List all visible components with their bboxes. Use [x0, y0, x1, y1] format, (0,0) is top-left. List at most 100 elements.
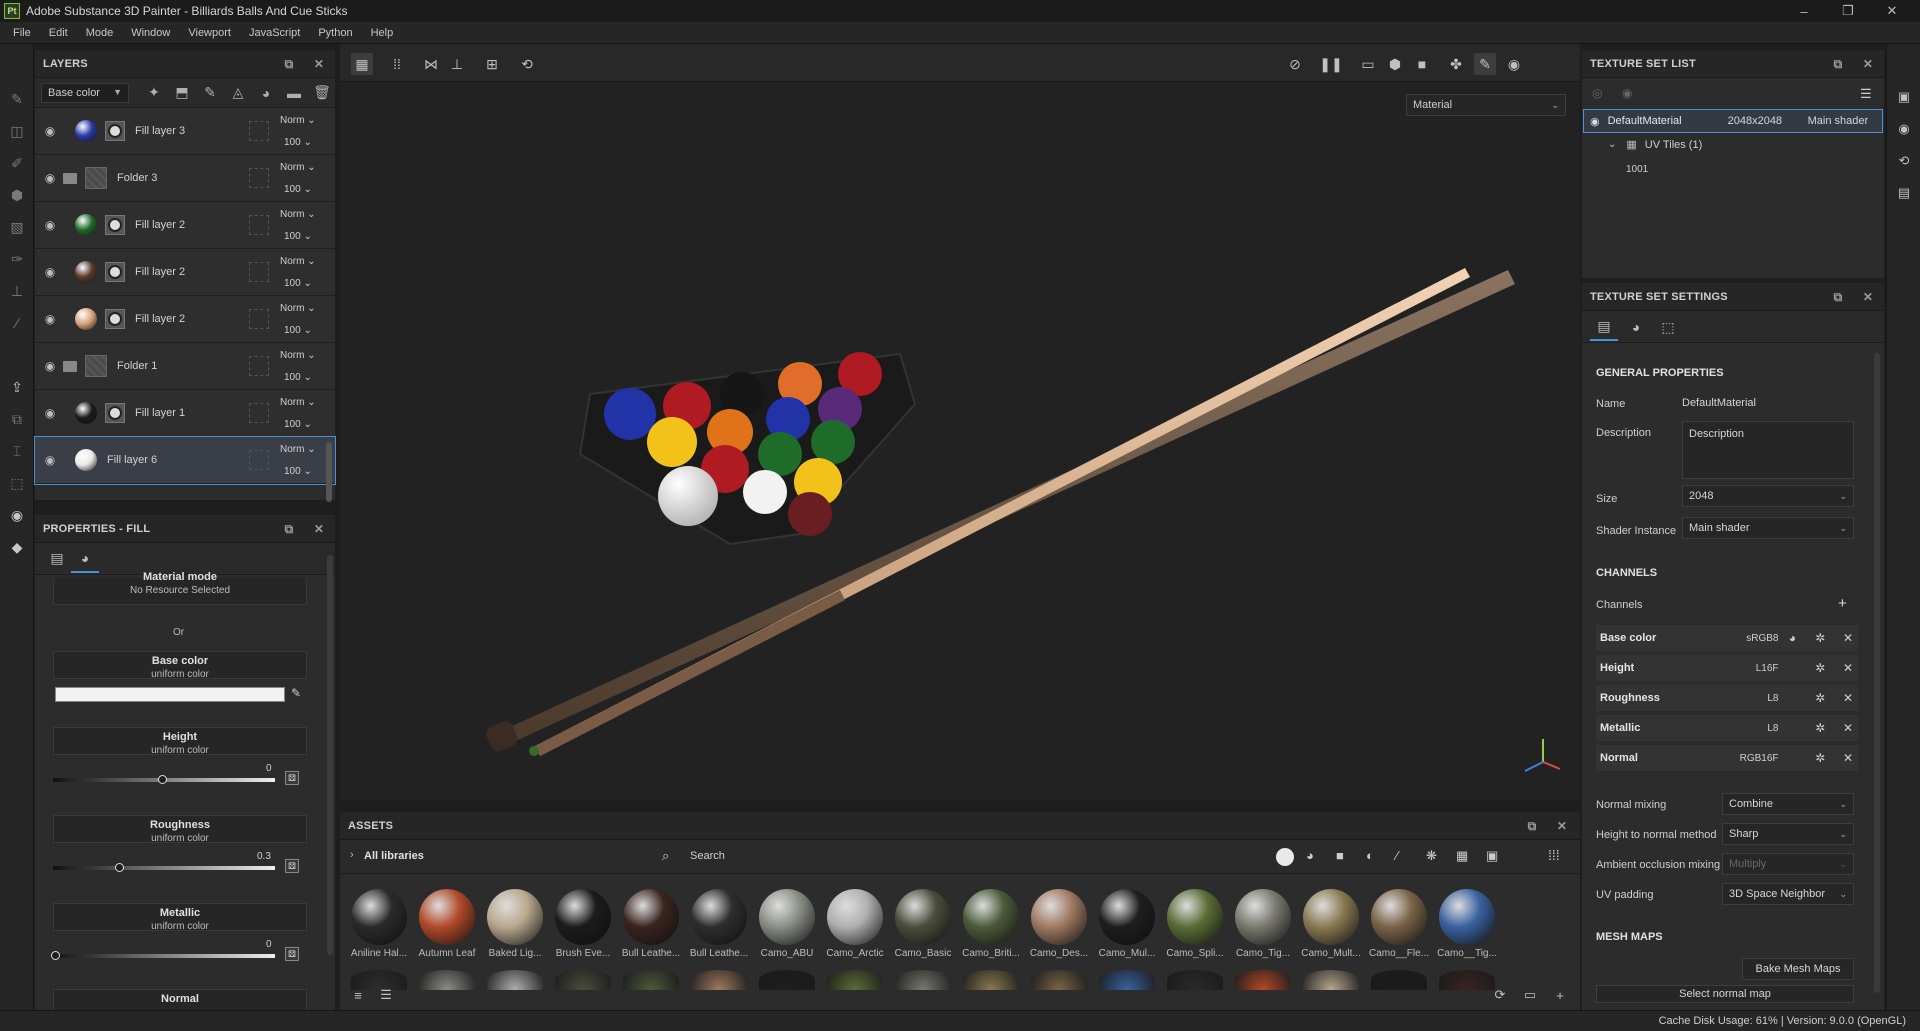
- undock-icon[interactable]: ⧉: [1524, 818, 1540, 834]
- asset-thumbnail-partial[interactable]: [1303, 970, 1359, 990]
- asset-thumbnail-partial[interactable]: [1235, 970, 1291, 990]
- close-panel-icon[interactable]: ✕: [1860, 56, 1876, 72]
- asset-thumbnail-partial[interactable]: [1439, 970, 1495, 990]
- asset-item[interactable]: Autumn Leaf: [416, 889, 478, 959]
- remove-channel-icon[interactable]: ✕: [1838, 721, 1858, 735]
- layer-mask-thumbnail[interactable]: [105, 403, 125, 423]
- channel-row[interactable]: Base color sRGB8 ◕ ✲ ✕: [1596, 625, 1858, 651]
- asset-item[interactable]: Camo_Mul...: [1096, 889, 1158, 959]
- close-panel-icon[interactable]: ✕: [311, 521, 327, 537]
- asset-item[interactable]: Camo_Briti...: [960, 889, 1022, 959]
- filter-procedurals-icon[interactable]: ❋: [1426, 848, 1437, 864]
- close-panel-icon[interactable]: ✕: [311, 56, 327, 72]
- eye-icon[interactable]: ◉: [39, 406, 61, 420]
- layer-mask-thumbnail[interactable]: [105, 215, 125, 235]
- texture-set-row[interactable]: ◉ DefaultMaterial 2048x2048 Main shader: [1583, 109, 1883, 133]
- clone-stamp-icon[interactable]: ⊥: [8, 282, 26, 300]
- eyedropper-icon[interactable]: ✎: [291, 686, 301, 700]
- layer-row[interactable]: ◉ Fill layer 6 Norm ⌄ 100 ⌄: [34, 436, 336, 485]
- select-normal-map-button[interactable]: Select normal map: [1596, 985, 1854, 1003]
- iray-icon[interactable]: ✤: [1445, 53, 1467, 75]
- filter-brushes-icon[interactable]: ⁄: [1396, 848, 1398, 863]
- filter-smart-masks-icon[interactable]: ◐: [1366, 848, 1374, 863]
- tab-general[interactable]: ▤: [1590, 313, 1618, 341]
- asset-thumbnail-partial[interactable]: [555, 970, 611, 990]
- blend-mode-select[interactable]: Norm ⌄: [280, 115, 316, 126]
- paint-brush-icon[interactable]: ✎: [8, 90, 26, 108]
- blend-mode-select[interactable]: Norm ⌄: [280, 303, 316, 314]
- uv-tile-item[interactable]: 1001: [1626, 164, 1648, 175]
- eye-icon[interactable]: ◉: [39, 453, 61, 467]
- size-select[interactable]: 2048 ⌄: [1682, 485, 1854, 507]
- opacity-select[interactable]: 100 ⌄: [284, 184, 312, 195]
- color-picker-icon[interactable]: ⁄: [8, 314, 26, 332]
- close-panel-icon[interactable]: ✕: [1554, 818, 1570, 834]
- asset-thumbnail-partial[interactable]: [1371, 970, 1427, 990]
- menu-help[interactable]: Help: [362, 27, 403, 39]
- grid-view-icon[interactable]: ⁞⁞⁞: [1548, 847, 1560, 863]
- shelf-icon[interactable]: ◆: [8, 538, 26, 556]
- folder-icon[interactable]: [63, 172, 77, 184]
- layer-row[interactable]: ◉ Fill layer 2 Norm ⌄ 100 ⌄: [35, 202, 335, 249]
- add-paint-layer-icon[interactable]: ✎: [199, 82, 221, 104]
- height-to-normal-select[interactable]: Sharp ⌄: [1722, 823, 1854, 845]
- eye-icon[interactable]: ◉: [39, 171, 61, 185]
- uv-tiles-row[interactable]: ⌄ ▦ UV Tiles (1): [1608, 138, 1702, 152]
- add-smart-material-icon[interactable]: ◕: [255, 82, 277, 104]
- undock-icon[interactable]: ⧉: [1830, 289, 1846, 305]
- roughness-block[interactable]: Roughness uniform color: [53, 815, 307, 844]
- menu-icon[interactable]: ☰: [1860, 86, 1872, 102]
- asset-item[interactable]: Camo_ABU: [756, 889, 818, 959]
- display-icon[interactable]: ◉: [1895, 120, 1913, 138]
- visibility-toggle-icon[interactable]: ◎: [1592, 86, 1602, 100]
- menu-mode[interactable]: Mode: [77, 27, 123, 39]
- search-input[interactable]: Search: [690, 850, 725, 862]
- blend-mode-select[interactable]: Norm ⌄: [280, 162, 316, 173]
- blend-mode-select[interactable]: Norm ⌄: [280, 209, 316, 220]
- layer-row[interactable]: ◉ Folder 3 Norm ⌄ 100 ⌄: [35, 155, 335, 202]
- eye-icon[interactable]: ◉: [39, 265, 61, 279]
- layers-scrollbar[interactable]: [326, 442, 332, 502]
- shader-instance-select[interactable]: Main shader ⌄: [1682, 517, 1854, 539]
- refresh-icon[interactable]: ⟳: [1490, 985, 1510, 1005]
- menu-javascript[interactable]: JavaScript: [240, 27, 309, 39]
- texture-set-list-icon[interactable]: ▣: [1895, 88, 1913, 106]
- blend-mode-select[interactable]: Norm ⌄: [280, 397, 316, 408]
- uv-padding-select[interactable]: 3D Space Neighbor ⌄: [1722, 883, 1854, 905]
- asset-item[interactable]: Camo_Basic: [892, 889, 954, 959]
- symmetry-x-icon[interactable]: ⋈: [420, 53, 442, 75]
- undock-icon[interactable]: ⧉: [281, 521, 297, 537]
- channel-format[interactable]: RGB16F: [1729, 753, 1779, 764]
- undock-icon[interactable]: ⧉: [1830, 56, 1846, 72]
- asset-thumbnail-partial[interactable]: [759, 970, 815, 990]
- eye-icon[interactable]: ◉: [1590, 115, 1600, 128]
- eye-icon[interactable]: ◉: [39, 124, 61, 138]
- smudge-icon[interactable]: ✑: [8, 250, 26, 268]
- asset-thumbnail-partial[interactable]: [487, 970, 543, 990]
- remove-channel-icon[interactable]: ✕: [1838, 661, 1858, 675]
- export-icon[interactable]: ⇪: [8, 378, 26, 396]
- filter-textures-icon[interactable]: ▦: [1456, 848, 1468, 864]
- log-icon[interactable]: ▤: [1895, 184, 1913, 202]
- asset-thumbnail-partial[interactable]: [1031, 970, 1087, 990]
- asset-item[interactable]: Camo_Spli...: [1164, 889, 1226, 959]
- close-button[interactable]: ✕: [1872, 0, 1912, 22]
- tab-uv[interactable]: ⬚: [1654, 313, 1682, 341]
- camera-icon[interactable]: ■: [1411, 53, 1433, 75]
- filter-masks-icon[interactable]: ■: [1336, 848, 1344, 863]
- measure-icon[interactable]: ⌶: [8, 442, 26, 460]
- channel-format[interactable]: L8: [1729, 693, 1778, 704]
- asset-thumbnail-partial[interactable]: [1167, 970, 1223, 990]
- menu-python[interactable]: Python: [309, 27, 361, 39]
- eye-icon[interactable]: ◉: [39, 218, 61, 232]
- multi-grid-icon[interactable]: ⁞⁞: [386, 53, 408, 75]
- add-fill-layer-icon[interactable]: ◬: [227, 82, 249, 104]
- layer-row[interactable]: ◉ Fill layer 1 Norm ⌄ 100 ⌄: [35, 390, 335, 437]
- description-input[interactable]: Description: [1682, 421, 1854, 479]
- opacity-select[interactable]: 100 ⌄: [284, 419, 312, 430]
- tab-shader[interactable]: ◕: [1622, 313, 1650, 341]
- metallic-slider[interactable]: [51, 951, 275, 960]
- maximize-button[interactable]: ❐: [1828, 0, 1868, 22]
- undock-icon[interactable]: ⧉: [281, 56, 297, 72]
- history-icon[interactable]: ⟲: [1895, 152, 1913, 170]
